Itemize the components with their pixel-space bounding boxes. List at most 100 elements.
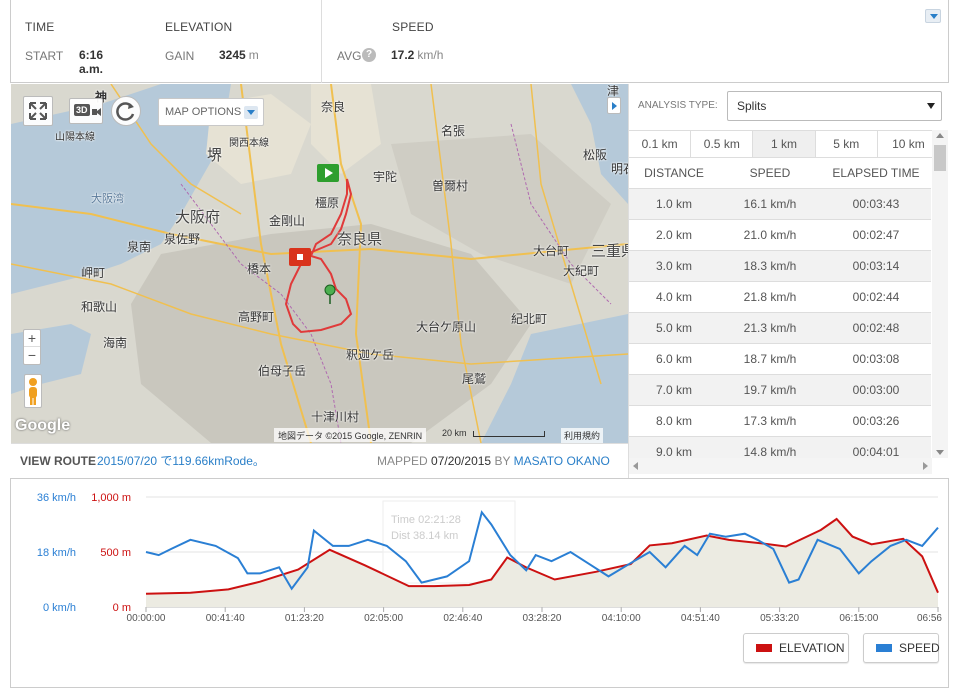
table-row[interactable]: 3.0 km 18.3 km/h 00:03:14 <box>629 250 931 281</box>
map-label: 山陽本線 <box>55 132 95 143</box>
map-label: 明石 <box>611 162 628 176</box>
elapsed-time-cell: 00:03:00 <box>852 383 900 397</box>
3d-badge: 3D <box>74 104 90 116</box>
table-row[interactable]: 4.0 km 21.8 km/h 00:02:44 <box>629 281 931 312</box>
distance-cell: 2.0 km <box>655 228 692 242</box>
map-options-dropdown[interactable]: MAP OPTIONS <box>158 98 264 126</box>
fullscreen-button[interactable] <box>23 96 53 126</box>
table-row[interactable]: 7.0 km 19.7 km/h 00:03:00 <box>629 374 931 405</box>
distance-cell: 5.0 km <box>655 321 692 335</box>
map-label: 岬町 <box>81 266 106 280</box>
view-route-label: VIEW ROUTE <box>20 454 97 468</box>
map-attribution: 地図データ ©2015 Google, ZENRIN <box>274 428 427 442</box>
user-link[interactable]: MASATO OKANO <box>514 454 610 468</box>
map-label: 大台ケ原山 <box>416 320 477 334</box>
gain-value: 3245 m <box>219 48 259 62</box>
map-options-label: MAP OPTIONS <box>165 106 242 118</box>
x-tick-label: 06:15:00 <box>839 613 878 624</box>
gain-label: GAIN <box>165 49 195 63</box>
scale-label: 20 km <box>442 428 467 438</box>
map-scale: 20 km <box>442 428 546 438</box>
map-label: 金剛山 <box>269 214 306 228</box>
horizontal-scrollbar[interactable] <box>629 458 932 474</box>
zoom-in-button[interactable]: + <box>24 330 40 347</box>
tab-10-km[interactable]: 10 km <box>877 131 940 157</box>
map-label: 十津川村 <box>311 410 360 424</box>
route-info-bar: VIEW ROUTE 2015/07/20 で119.66kmRode。 MAP… <box>11 443 628 478</box>
distance-cell: 7.0 km <box>655 383 692 397</box>
vertical-scrollbar[interactable] <box>932 130 948 458</box>
legend-elevation-toggle[interactable]: ELEVATION <box>743 633 849 663</box>
map-label: 宇陀 <box>373 170 398 184</box>
elevation-tick-label: 500 m <box>100 547 131 559</box>
zoom-control: + − <box>23 329 41 365</box>
tab-1-km[interactable]: 1 km <box>753 131 816 157</box>
map-terms-link[interactable]: 利用規約 <box>561 428 604 443</box>
speed-cell: 18.7 km/h <box>743 352 797 366</box>
map-label: 和歌山 <box>81 300 118 314</box>
splits-table-header: DISTANCE SPEED ELAPSED TIME <box>629 158 931 188</box>
chart-svg[interactable]: 36 km/h18 km/h0 km/h1,000 m500 m0 m00:00… <box>11 479 948 629</box>
legend-speed-toggle[interactable]: SPEED <box>863 633 940 663</box>
distance-cell: 8.0 km <box>655 414 692 428</box>
elapsed-time-cell: 00:02:44 <box>852 290 900 304</box>
route-map[interactable]: 奈良 山陽本線 関西本線 名張 松阪 堺 宇陀 曽爾村 大阪湾 大阪府 金剛山 … <box>11 84 628 443</box>
avg-help-icon[interactable]: ? <box>362 48 376 62</box>
street-view-button[interactable] <box>24 374 42 408</box>
pegman-icon <box>29 378 37 405</box>
map-label: 大台町 <box>533 244 570 258</box>
elapsed-time-cell: 00:02:48 <box>852 321 900 335</box>
table-row[interactable]: 8.0 km 17.3 km/h 00:03:26 <box>629 405 931 436</box>
x-tick-label: 02:05:00 <box>364 613 403 624</box>
map-label: 大紀町 <box>563 264 600 278</box>
distance-cell: 3.0 km <box>655 259 692 273</box>
rotate-icon <box>116 102 135 121</box>
map-label: 釈迦ケ岳 <box>346 348 395 362</box>
elevation-tick-label: 1,000 m <box>91 492 131 504</box>
avg-label: AVG <box>337 49 362 63</box>
mapped-info: MAPPED 07/20/2015 BY MASATO OKANO <box>377 454 610 468</box>
elapsed-time-cell: 00:03:26 <box>852 414 900 428</box>
table-row[interactable]: 2.0 km 21.0 km/h 00:02:47 <box>629 219 931 250</box>
table-row[interactable]: 9.0 km 14.8 km/h 00:04:01 <box>629 436 931 458</box>
tab-0-5-km[interactable]: 0.5 km <box>691 131 754 157</box>
analysis-type-select[interactable]: Splits <box>727 91 942 121</box>
x-tick-label: 00:00:00 <box>127 613 166 624</box>
3d-view-button[interactable]: 3D <box>69 98 103 124</box>
x-tick-label: 02:46:40 <box>443 613 482 624</box>
map-label: 名張 <box>441 124 466 138</box>
table-row[interactable]: 6.0 km 18.7 km/h 00:03:08 <box>629 343 931 374</box>
distance-cell: 4.0 km <box>655 290 692 304</box>
map-label: 橋本 <box>247 262 272 276</box>
expand-panel-button[interactable] <box>607 97 621 114</box>
map-label: 奈良 <box>321 100 346 114</box>
map-label: 奈良県 <box>337 231 383 248</box>
zoom-out-button[interactable]: − <box>24 347 40 364</box>
fullscreen-icon <box>29 102 47 120</box>
x-tick-label: 01:23:20 <box>285 613 324 624</box>
tab-0-1-km[interactable]: 0.1 km <box>629 131 692 157</box>
table-row[interactable]: 5.0 km 21.3 km/h 00:02:48 <box>629 312 931 343</box>
column-header-distance: DISTANCE <box>644 166 704 180</box>
tab-5-km[interactable]: 5 km <box>815 131 878 157</box>
map-label: 大阪府 <box>175 209 221 226</box>
elapsed-time-cell: 00:03:43 <box>852 197 900 211</box>
chevron-down-icon <box>244 106 258 119</box>
map-label: 紀北町 <box>511 312 548 326</box>
distance-cell: 9.0 km <box>655 445 692 458</box>
map-label: 大阪湾 <box>91 193 124 205</box>
speed-cell: 16.1 km/h <box>743 197 797 211</box>
collapse-stats-button[interactable] <box>925 9 941 23</box>
map-label: 高野町 <box>238 310 275 324</box>
table-row[interactable]: 1.0 km 16.1 km/h 00:03:43 <box>629 188 931 219</box>
tooltip-ghost-text: Dist 38.14 km <box>391 530 458 542</box>
rotate-button[interactable] <box>111 96 141 126</box>
distance-cell: 1.0 km <box>655 197 692 211</box>
speed-cell: 17.3 km/h <box>743 414 797 428</box>
map-label: 泉南 <box>127 240 152 254</box>
map-label: 三重県 <box>591 243 628 260</box>
speed-tick-label: 0 km/h <box>43 602 76 614</box>
route-title-link[interactable]: 2015/07/20 で119.66kmRode。 <box>97 444 265 478</box>
speed-cell: 21.3 km/h <box>743 321 797 335</box>
elapsed-time-cell: 00:03:08 <box>852 352 900 366</box>
